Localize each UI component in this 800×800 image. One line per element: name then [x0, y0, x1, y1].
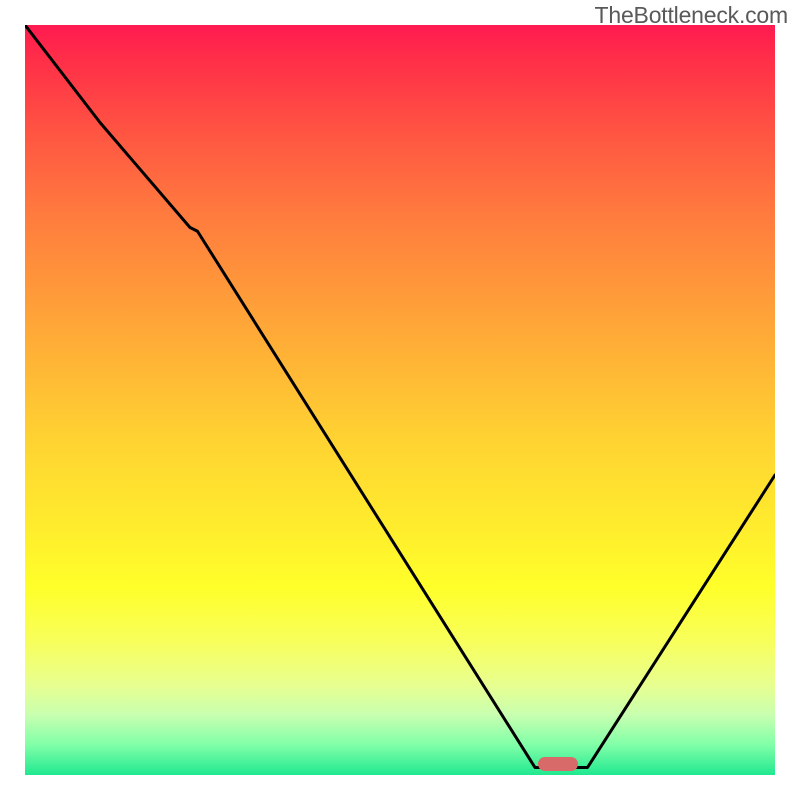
- chart-plot-area: [25, 25, 775, 775]
- optimal-point-marker: [538, 757, 578, 771]
- bottleneck-curve: [25, 25, 775, 775]
